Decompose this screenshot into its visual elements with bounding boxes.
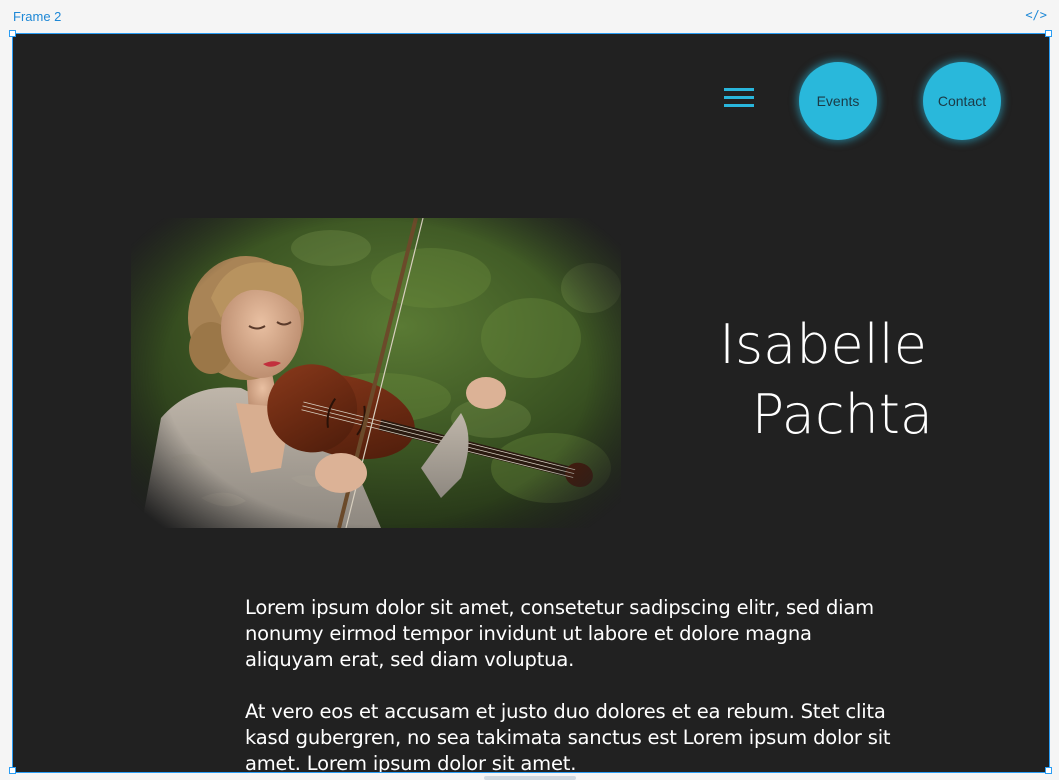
- bottom-scroll-handle[interactable]: [484, 776, 576, 780]
- violinist-illustration: [131, 218, 621, 528]
- resize-handle-top-right[interactable]: [1045, 30, 1052, 37]
- resize-handle-bottom-right[interactable]: [1045, 767, 1052, 774]
- violinist-photo: [131, 218, 621, 528]
- artist-name-heading: Isabelle Pachta: [703, 310, 933, 450]
- contact-button[interactable]: Contact: [923, 62, 1001, 140]
- design-editor-canvas: Frame 2 </> Events Contact Isabelle Pach…: [0, 0, 1059, 780]
- paragraph-2: At vero eos et accusam et justo duo dolo…: [245, 700, 891, 773]
- events-button[interactable]: Events: [799, 62, 877, 140]
- resize-handle-bottom-left[interactable]: [9, 767, 16, 774]
- frame-label[interactable]: Frame 2: [13, 9, 61, 24]
- resize-handle-top-left[interactable]: [9, 30, 16, 37]
- name-first: Isabelle: [719, 313, 927, 376]
- intro-text: Lorem ipsum dolor sit amet, consetetur s…: [245, 595, 905, 773]
- hamburger-menu-icon[interactable]: [724, 86, 756, 114]
- name-last: Pachta: [751, 383, 933, 446]
- frame-artboard[interactable]: Events Contact Isabelle Pachta Lorem ips…: [12, 33, 1050, 773]
- paragraph-1: Lorem ipsum dolor sit amet, consetetur s…: [245, 596, 874, 671]
- code-view-icon[interactable]: </>: [1025, 8, 1047, 22]
